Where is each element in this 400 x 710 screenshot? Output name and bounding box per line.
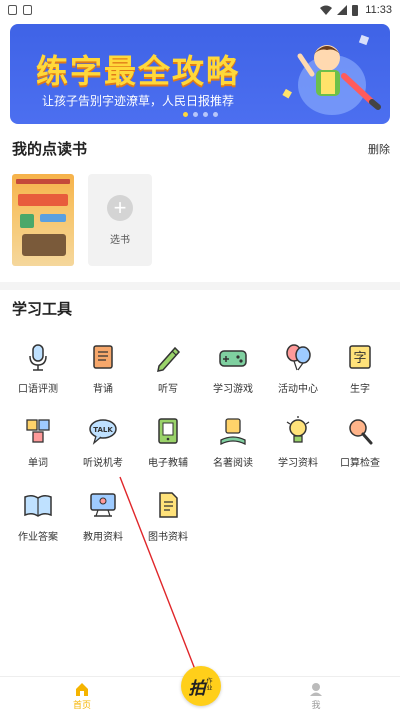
delete-button[interactable]: 删除 <box>368 141 390 157</box>
tool-classics-reading[interactable]: 名著阅读 <box>201 414 265 469</box>
magnifier-icon <box>349 419 373 445</box>
tool-label: 学习资料 <box>278 458 318 469</box>
tool-words[interactable]: 单词 <box>6 414 70 469</box>
add-book-button[interactable]: + 选书 <box>88 174 152 266</box>
nav-home[interactable]: 首页 <box>62 681 102 710</box>
user-icon <box>310 683 322 696</box>
carousel-dot[interactable] <box>202 112 208 117</box>
character-card-icon: 字 <box>349 345 371 369</box>
tool-label: 口算检查 <box>340 458 380 469</box>
ebook-icon <box>158 418 178 444</box>
microphone-icon <box>29 344 47 371</box>
tool-label: 生字 <box>350 384 370 395</box>
balloon-icon <box>286 344 311 371</box>
tool-label: 口语评测 <box>18 384 58 395</box>
tool-dictation[interactable]: 听写 <box>136 340 200 395</box>
carousel-dot[interactable] <box>192 112 198 117</box>
tool-label: 单词 <box>28 458 48 469</box>
teacher-board-icon <box>90 493 116 517</box>
book-cover-header <box>16 179 70 184</box>
add-book-label: 选书 <box>110 234 130 246</box>
tool-learning-games[interactable]: 学习游戏 <box>201 340 265 395</box>
tool-homework-answers[interactable]: 作业答案 <box>6 488 70 543</box>
abc-blocks-icon <box>26 419 50 443</box>
book-cover[interactable] <box>12 174 74 266</box>
svg-text:字: 字 <box>353 351 366 366</box>
tool-new-characters[interactable]: 字 生字 <box>328 340 392 395</box>
signal-icon <box>337 5 348 15</box>
tool-label: 图书资料 <box>148 532 188 543</box>
notification-icon <box>8 5 17 15</box>
svg-text:TALK: TALK <box>93 426 113 434</box>
tool-e-tutoring[interactable]: 电子教辅 <box>136 414 200 469</box>
plus-icon: + <box>107 194 133 221</box>
status-bar: 11:33 <box>0 0 400 20</box>
open-book-icon <box>24 494 52 517</box>
carousel-dot[interactable] <box>212 112 218 117</box>
talk-bubble-icon: TALK <box>89 419 117 445</box>
tool-teaching-materials[interactable]: 教用资料 <box>71 488 135 543</box>
tool-listening-speaking-exam[interactable]: TALK 听说机考 <box>71 414 135 469</box>
tool-label: 电子教辅 <box>148 458 188 469</box>
wifi-icon <box>320 5 333 15</box>
tool-study-materials[interactable]: 学习资料 <box>266 414 330 469</box>
tool-book-materials[interactable]: 图书资料 <box>136 488 200 543</box>
scan-button-label: 拍 <box>188 678 206 698</box>
tool-label: 活动中心 <box>278 384 318 395</box>
document-icon <box>159 492 178 518</box>
carousel-indicator[interactable] <box>10 112 390 117</box>
tool-label: 背诵 <box>93 384 113 395</box>
tool-label: 听写 <box>158 384 178 395</box>
tool-recite[interactable]: 背诵 <box>71 340 135 395</box>
tool-label: 听说机考 <box>83 458 123 469</box>
tool-label: 作业答案 <box>18 532 58 543</box>
book-cover-tag <box>20 214 34 228</box>
tool-speaking-test[interactable]: 口语评测 <box>6 340 70 395</box>
section-divider <box>0 282 400 290</box>
kid-illustration-icon <box>282 34 381 115</box>
home-icon <box>76 683 88 696</box>
tool-label: 教用资料 <box>83 532 123 543</box>
tool-label: 名著阅读 <box>213 458 253 469</box>
tools-title: 学习工具 <box>12 301 73 318</box>
tool-activity-center[interactable]: 活动中心 <box>266 340 330 395</box>
my-books-title: 我的点读书 <box>12 141 88 158</box>
scan-button-sublabel: 作业 <box>206 679 213 692</box>
app-notification-icon <box>23 5 32 15</box>
book-cover-badge <box>40 214 66 222</box>
book-icon <box>93 345 113 369</box>
book-cover-illustration <box>22 234 66 256</box>
battery-icon <box>352 4 359 16</box>
clock: 11:33 <box>365 4 392 16</box>
banner-subtitle: 让孩子告别字迹潦草，人民日报推荐 <box>42 94 235 108</box>
tool-mental-math-check[interactable]: 口算检查 <box>328 414 392 469</box>
reading-icon <box>220 418 246 446</box>
scan-homework-button[interactable]: 拍 作业 <box>181 666 221 706</box>
pencil-icon <box>157 346 181 372</box>
nav-me-label: 我 <box>311 700 321 710</box>
gamepad-icon <box>219 350 247 367</box>
nav-home-label: 首页 <box>72 700 91 710</box>
book-cover-title-band <box>18 194 68 206</box>
banner-title: 练字最全攻略 <box>36 53 241 89</box>
carousel-dot[interactable] <box>182 112 188 117</box>
nav-me[interactable]: 我 <box>296 681 336 710</box>
tool-label: 学习游戏 <box>213 384 253 395</box>
lightbulb-icon <box>286 416 310 443</box>
promo-banner[interactable]: 练字最全攻略 让孩子告别字迹潦草，人民日报推荐 <box>10 24 390 124</box>
status-indicators: 11:33 <box>320 4 392 16</box>
